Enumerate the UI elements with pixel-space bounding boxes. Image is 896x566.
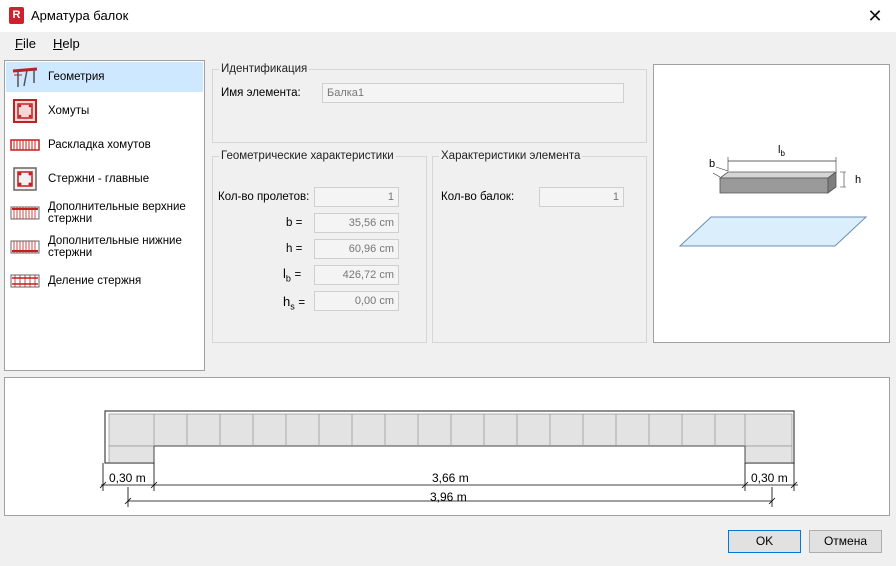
span-dim: 3,66 m — [432, 471, 469, 485]
stirrups-icon — [10, 99, 40, 123]
top-bars-icon — [10, 201, 40, 225]
h-field[interactable]: 60,96 cm — [314, 239, 399, 259]
element-name-field[interactable]: Балка1 — [322, 83, 624, 103]
beam-3d-drawing — [678, 157, 868, 247]
section-list: Геометрия Хомуты Раскладка хомутов Стерж… — [4, 60, 205, 371]
close-icon[interactable]: ✕ — [862, 3, 888, 29]
beam-3d-preview: lb b h — [653, 64, 890, 343]
menu-file[interactable]: File — [15, 36, 36, 51]
nav-item-geometry[interactable]: Геометрия — [6, 62, 203, 92]
b-field[interactable]: 35,56 cm — [314, 213, 399, 233]
app-icon: R — [9, 7, 24, 24]
nav-item-main-bars[interactable]: Стержни - главные — [6, 164, 203, 194]
nav-label: Раскладка хомутов — [48, 139, 151, 151]
geometry-legend: Геометрические характеристики — [221, 150, 394, 162]
preview-b-label: b — [709, 158, 716, 170]
main-bars-icon — [10, 167, 40, 191]
title-bar: R Арматура балок ✕ — [0, 0, 896, 32]
total-length-dim: 3,96 m — [430, 490, 467, 504]
lb-label: lb = — [283, 266, 302, 284]
hs-label: hs = — [283, 294, 306, 312]
ok-button[interactable]: OK — [728, 530, 801, 553]
element-name-label: Имя элемента: — [221, 87, 301, 99]
nav-label: Дополнительные верхние стержни — [48, 201, 186, 225]
nav-label: Дополнительные нижние стержни — [48, 235, 182, 259]
window-title: Арматура балок — [31, 8, 129, 23]
beams-label: Кол-во балок: — [441, 191, 515, 203]
nav-label: Хомуты — [48, 105, 90, 117]
menu-bar: File Help — [0, 32, 896, 56]
cancel-button[interactable]: Отмена — [809, 530, 882, 553]
nav-label: Деление стержня — [48, 275, 142, 287]
h-label: h = — [286, 243, 303, 255]
nav-item-stirrup-layout[interactable]: Раскладка хомутов — [6, 130, 203, 160]
lb-field[interactable]: 426,72 cm — [314, 265, 399, 285]
b-label: b = — [286, 217, 303, 229]
element-props-group: Характеристики элемента — [432, 150, 647, 343]
nav-item-bar-split[interactable]: Деление стержня — [6, 266, 203, 296]
nav-item-top-bars[interactable]: Дополнительные верхние стержни — [6, 198, 203, 228]
preview-lb-label: lb — [778, 144, 785, 159]
hs-field[interactable]: 0,00 cm — [314, 291, 399, 311]
identification-legend: Идентификация — [221, 63, 308, 75]
beam-elevation-view: 0,30 m 3,66 m 0,30 m 3,96 m — [4, 377, 890, 516]
menu-help[interactable]: Help — [53, 36, 80, 51]
nav-item-bottom-bars[interactable]: Дополнительные нижние стержни — [6, 232, 203, 262]
beams-field[interactable]: 1 — [539, 187, 624, 207]
preview-h-label: h — [855, 174, 862, 186]
nav-label: Геометрия — [48, 71, 105, 83]
stirrup-layout-icon — [10, 133, 40, 157]
spans-field[interactable]: 1 — [314, 187, 399, 207]
identification-group: Идентификация — [212, 63, 647, 143]
element-props-legend: Характеристики элемента — [441, 150, 581, 162]
bottom-bars-icon — [10, 235, 40, 259]
bar-split-icon — [10, 269, 40, 293]
nav-item-stirrups[interactable]: Хомуты — [6, 96, 203, 126]
left-support-dim: 0,30 m — [109, 471, 146, 485]
geometry-icon — [10, 65, 40, 89]
nav-label: Стержни - главные — [48, 173, 150, 185]
right-support-dim: 0,30 m — [751, 471, 788, 485]
spans-label: Кол-во пролетов: — [218, 191, 310, 203]
